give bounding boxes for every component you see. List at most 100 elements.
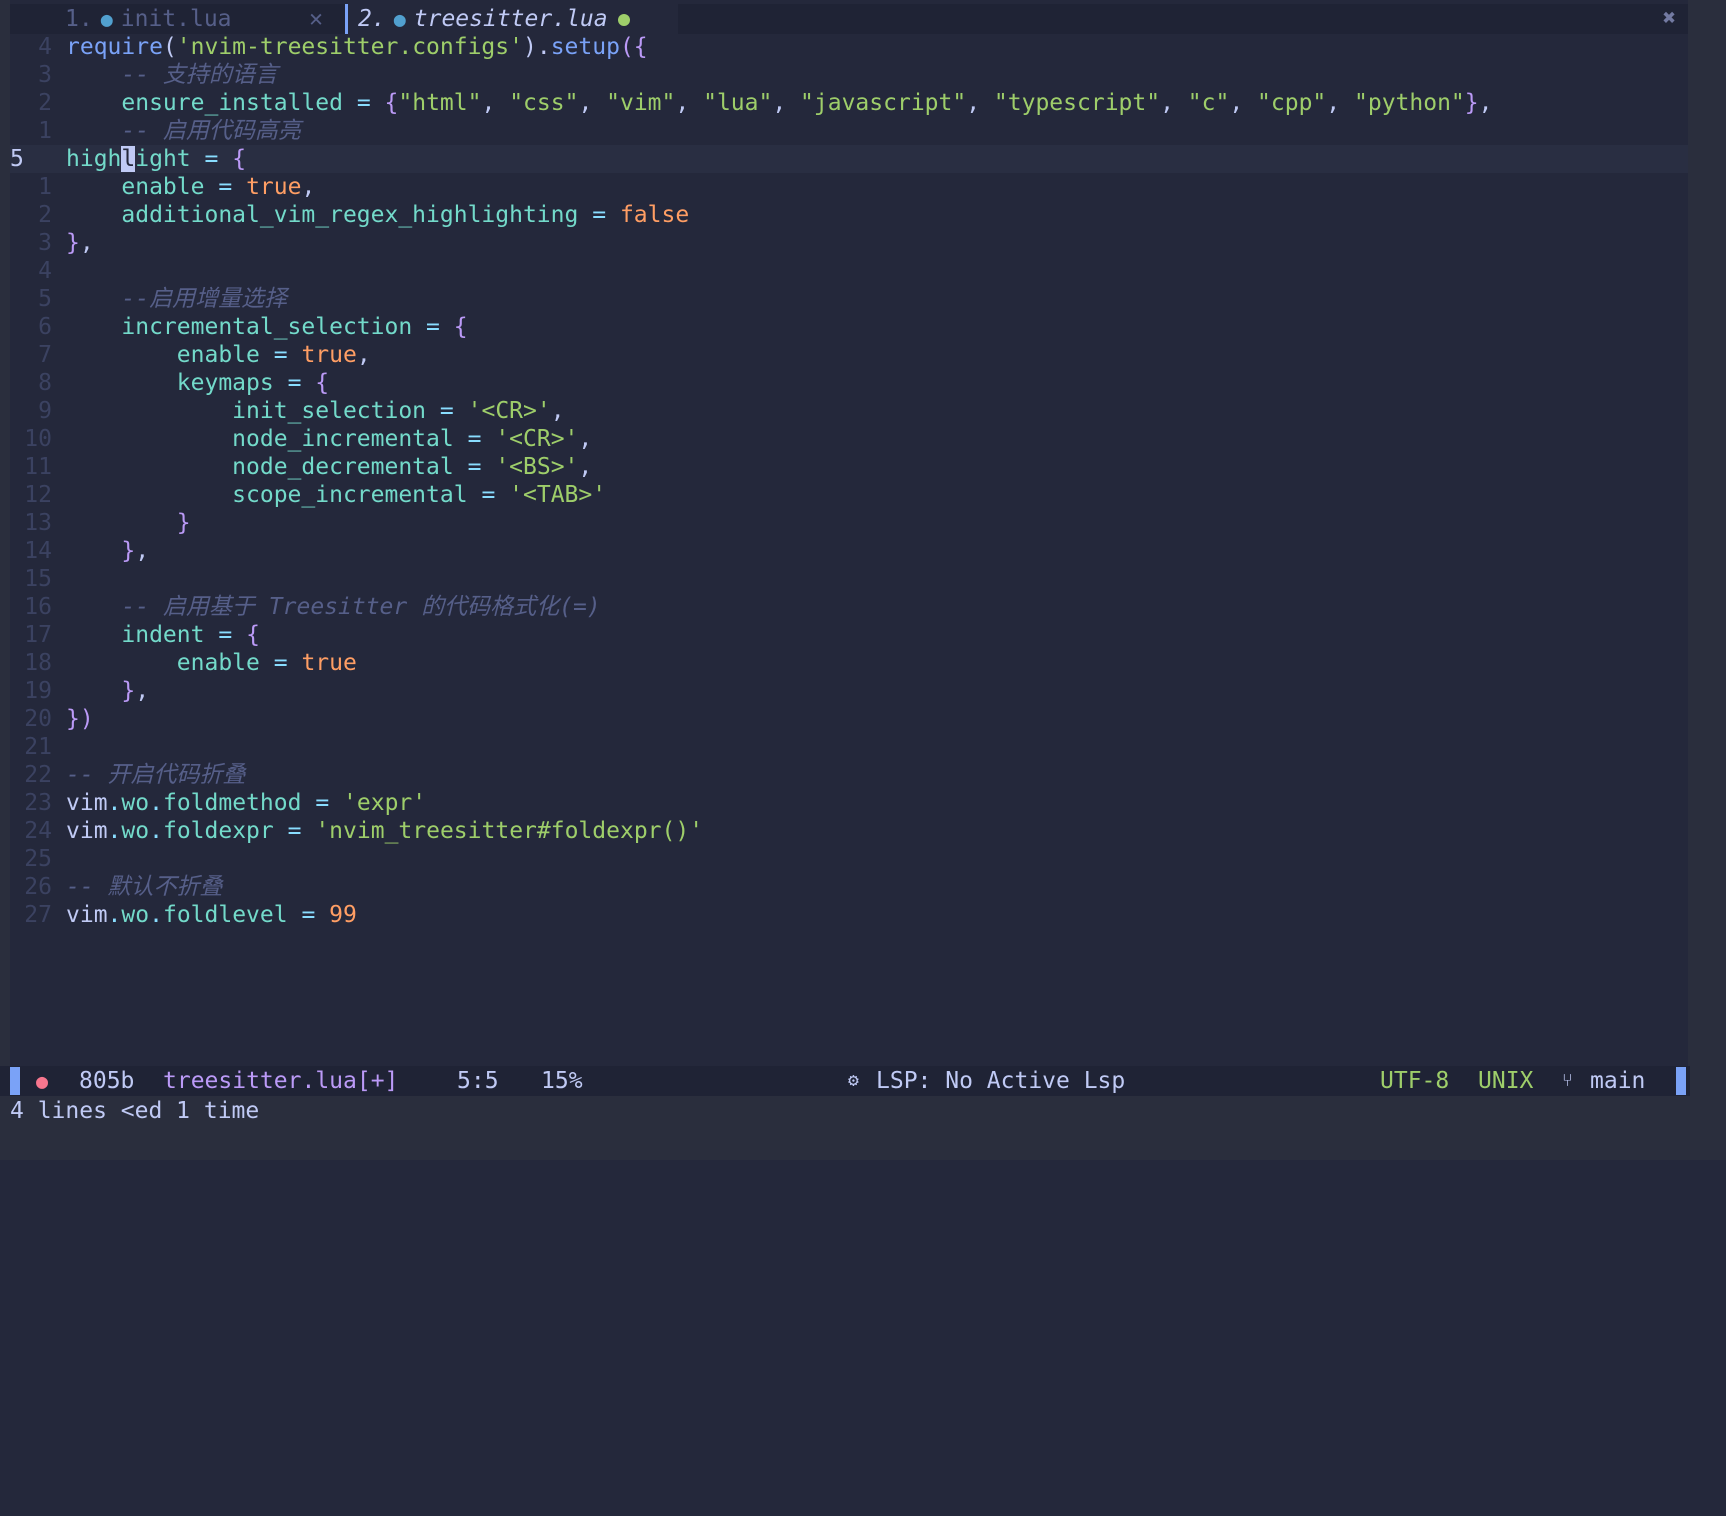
- code-line[interactable]: 2 ensure_installed = {"html", "css", "vi…: [10, 89, 1688, 117]
- line-number: 10: [24, 426, 52, 452]
- code-line[interactable]: 20}): [10, 705, 1688, 733]
- close-all-icon[interactable]: ✖: [1663, 4, 1676, 34]
- line-number: 1: [38, 118, 52, 144]
- code-line-current[interactable]: 5 highlight = {: [10, 145, 1688, 173]
- line-number: 21: [24, 734, 52, 760]
- line-text: },: [66, 230, 94, 256]
- code-line[interactable]: 5 --启用增量选择: [10, 285, 1688, 313]
- code-line[interactable]: 22 -- 开启代码折叠: [10, 761, 1688, 789]
- code-line[interactable]: 14 },: [10, 537, 1688, 565]
- line-number: 13: [24, 510, 52, 536]
- modified-dot-icon: [617, 13, 630, 26]
- line-text: incremental_selection = {: [121, 314, 468, 340]
- line-number: 5: [38, 286, 52, 312]
- line-number: 7: [38, 342, 52, 368]
- code-line[interactable]: 8 keymaps = {: [10, 369, 1688, 397]
- tab-treesitter-lua[interactable]: 2. ● treesitter.lua: [345, 4, 678, 34]
- line-text: highlight = {: [66, 146, 247, 172]
- cursor-position: 5:5: [457, 1068, 499, 1094]
- terminal-frame: 1. ● init.lua ✕ 2. ● treesitter.lua ✖ 4 requir…: [0, 0, 1726, 1160]
- code-line[interactable]: 18 enable = true: [10, 649, 1688, 677]
- code-line[interactable]: 27 vim.wo.foldlevel = 99: [10, 901, 1688, 929]
- line-text: enable = true,: [176, 342, 371, 368]
- code-line[interactable]: 23 vim.wo.foldmethod = 'expr': [10, 789, 1688, 817]
- tab-number: 2.: [358, 6, 386, 32]
- code-line[interactable]: 26 -- 默认不折叠: [10, 873, 1688, 901]
- git-branch-icon: ⑂: [1562, 1070, 1573, 1091]
- line-number: 15: [24, 566, 52, 592]
- line-text: init_selection = '<CR>',: [232, 398, 565, 424]
- code-line[interactable]: 7 enable = true,: [10, 341, 1688, 369]
- line-text: -- 支持的语言: [121, 62, 278, 88]
- statusline: ● 805b treesitter.lua[+] 5:5 15% ⚙ LSP: …: [0, 1066, 1690, 1096]
- command-line[interactable]: 4 lines <ed 1 time: [10, 1096, 259, 1126]
- mode-indicator-right: [1676, 1067, 1686, 1095]
- line-number: 20: [24, 706, 52, 732]
- code-line[interactable]: 24 vim.wo.foldexpr = 'nvim_treesitter#fol…: [10, 817, 1688, 845]
- line-number: 3: [38, 230, 52, 256]
- line-number: 25: [24, 846, 52, 872]
- line-text: additional_vim_regex_highlighting = fals…: [121, 202, 690, 228]
- code-line[interactable]: 1 enable = true,: [10, 173, 1688, 201]
- line-text: },: [121, 678, 150, 704]
- code-line[interactable]: 11 node_decremental = '<BS>',: [10, 453, 1688, 481]
- tab-number: 1.: [65, 6, 93, 32]
- lua-icon: ●: [100, 7, 113, 31]
- lsp-status: LSP: No Active Lsp: [876, 1068, 1126, 1094]
- line-text: ensure_installed = {"html", "css", "vim"…: [121, 90, 1493, 116]
- vim-icon: ●: [36, 1069, 49, 1093]
- code-line[interactable]: 4 require('nvim-treesitter.configs').setu…: [10, 33, 1688, 61]
- line-text: require('nvim-treesitter.configs').setup…: [66, 34, 648, 60]
- line-text: vim.wo.foldlevel = 99: [66, 902, 357, 928]
- editor-window[interactable]: 1. ● init.lua ✕ 2. ● treesitter.lua ✖ 4 requir…: [10, 0, 1688, 1092]
- line-number: 17: [24, 622, 52, 648]
- line-text: vim.wo.foldexpr = 'nvim_treesitter#folde…: [66, 818, 704, 844]
- line-text: scope_incremental = '<TAB>': [232, 482, 607, 508]
- code-line[interactable]: 2 additional_vim_regex_highlighting = fa…: [10, 201, 1688, 229]
- line-text: -- 默认不折叠: [66, 874, 223, 900]
- code-line[interactable]: 21: [10, 733, 1688, 761]
- line-number: 3: [38, 62, 52, 88]
- code-line[interactable]: 6 incremental_selection = {: [10, 313, 1688, 341]
- code-line[interactable]: 25: [10, 845, 1688, 873]
- tab-init-lua[interactable]: 1. ● init.lua ✕: [10, 4, 345, 34]
- code-line[interactable]: 17 indent = {: [10, 621, 1688, 649]
- code-line[interactable]: 3 -- 支持的语言: [10, 61, 1688, 89]
- line-text: node_incremental = '<CR>',: [232, 426, 593, 452]
- line-text: enable = true,: [121, 174, 316, 200]
- lua-icon: ●: [393, 7, 406, 31]
- line-number: 11: [24, 454, 52, 480]
- code-line[interactable]: 15: [10, 565, 1688, 593]
- line-text: keymaps = {: [176, 370, 330, 396]
- code-line[interactable]: 3},: [10, 229, 1688, 257]
- code-line[interactable]: 12 scope_incremental = '<TAB>': [10, 481, 1688, 509]
- tabline: 1. ● init.lua ✕ 2. ● treesitter.lua ✖: [10, 4, 1688, 34]
- line-text: }: [176, 510, 191, 536]
- git-branch: main: [1590, 1068, 1646, 1094]
- tab-label: init.lua: [120, 6, 232, 32]
- line-text: node_decremental = '<BS>',: [232, 454, 593, 480]
- line-number: 27: [24, 902, 52, 928]
- line-text: --启用增量选择: [121, 286, 288, 312]
- code-line[interactable]: 4: [10, 257, 1688, 285]
- line-text: },: [121, 538, 150, 564]
- line-number: 6: [38, 314, 52, 340]
- code-line[interactable]: 13 }: [10, 509, 1688, 537]
- code-line[interactable]: 9 init_selection = '<CR>',: [10, 397, 1688, 425]
- code-buffer[interactable]: 4 require('nvim-treesitter.configs').setu…: [10, 33, 1688, 929]
- line-number: 2: [38, 90, 52, 116]
- code-line[interactable]: 10 node_incremental = '<CR>',: [10, 425, 1688, 453]
- line-number: 26: [24, 874, 52, 900]
- line-text: -- 启用基于 Treesitter 的代码格式化(=): [121, 594, 601, 620]
- code-line[interactable]: 16 -- 启用基于 Treesitter 的代码格式化(=): [10, 593, 1688, 621]
- tab-label: treesitter.lua: [413, 6, 608, 32]
- gears-icon: ⚙: [848, 1070, 859, 1091]
- line-number: 8: [38, 370, 52, 396]
- code-line[interactable]: 1 -- 启用代码高亮: [10, 117, 1688, 145]
- close-icon[interactable]: ✕: [309, 4, 323, 34]
- file-encoding: UTF-8: [1380, 1068, 1450, 1094]
- line-text: }): [66, 706, 94, 732]
- scroll-percent: 15%: [541, 1068, 583, 1094]
- line-number: 9: [38, 398, 52, 424]
- code-line[interactable]: 19 },: [10, 677, 1688, 705]
